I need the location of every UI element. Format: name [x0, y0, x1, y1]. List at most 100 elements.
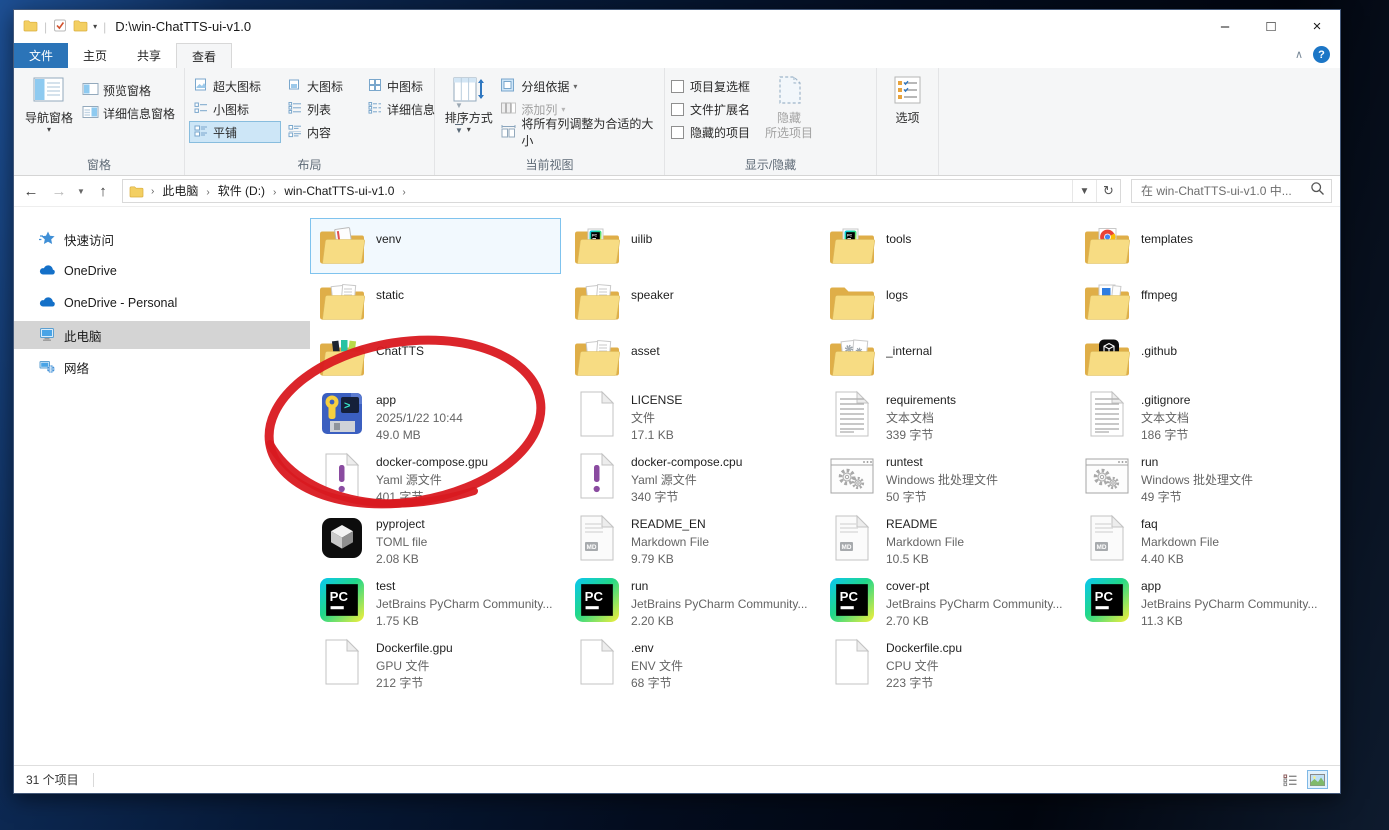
folder-icon[interactable]: [23, 19, 38, 35]
checkbox-icon[interactable]: [671, 126, 684, 139]
file-tile-.env[interactable]: .env ENV 文件 68 字节: [565, 634, 816, 696]
file-tile-docker-compose.cpu[interactable]: docker-compose.cpu Yaml 源文件 340 字节: [565, 448, 816, 510]
sidebar-item-label: OneDrive: [64, 264, 117, 278]
file-tile-LICENSE[interactable]: LICENSE 文件 17.1 KB: [565, 386, 816, 448]
add-columns-icon: [500, 101, 517, 118]
thumbnail-view-icon[interactable]: [1307, 770, 1328, 789]
back-icon[interactable]: ←: [18, 179, 44, 203]
options-button[interactable]: 选项: [883, 73, 932, 125]
breadcrumb-item[interactable]: win-ChatTTS-ui-v1.0: [277, 184, 401, 198]
file-tile-test[interactable]: PC test JetBrains PyCharm Community... 1…: [310, 572, 561, 634]
file-tile-_internal[interactable]: _internal: [820, 330, 1071, 386]
file-tile-run[interactable]: run Windows 批处理文件 49 字节: [1075, 448, 1326, 510]
file-tile-logs[interactable]: logs: [820, 274, 1071, 330]
navigation-pane-button[interactable]: 导航窗格 ▾: [20, 73, 78, 133]
file-tile-asset[interactable]: asset: [565, 330, 816, 386]
file-tile-.gitignore[interactable]: .gitignore 文本文档 186 字节: [1075, 386, 1326, 448]
file-tile-app[interactable]: > app 2025/1/22 10:44 49.0 MB: [310, 386, 561, 448]
view-option-2[interactable]: 大图标: [283, 75, 361, 97]
refresh-icon[interactable]: ↻: [1096, 180, 1120, 202]
customize-toolbar-chevron-icon[interactable]: ▾: [93, 22, 97, 31]
file-tile-cover-pt[interactable]: PC cover-pt JetBrains PyCharm Community.…: [820, 572, 1071, 634]
tab-share[interactable]: 共享: [122, 43, 176, 68]
tab-home[interactable]: 主页: [68, 43, 122, 68]
check-properties-icon[interactable]: [53, 19, 68, 35]
tab-view[interactable]: 查看: [176, 43, 232, 68]
file-size: 9.79 KB: [631, 550, 709, 568]
view-option-8[interactable]: 内容: [283, 121, 361, 143]
view-option-7[interactable]: 平铺: [189, 121, 281, 143]
search-input[interactable]: [1141, 184, 1310, 198]
file-size: 68 字节: [631, 674, 683, 692]
address-dropdown-chevron-icon[interactable]: ▼: [1072, 180, 1096, 202]
file-tile-run[interactable]: PC run JetBrains PyCharm Community... 2.…: [565, 572, 816, 634]
close-button[interactable]: ×: [1294, 10, 1340, 43]
file-tile-Dockerfile.gpu[interactable]: Dockerfile.gpu GPU 文件 212 字节: [310, 634, 561, 696]
checkbox-row-3[interactable]: 隐藏的项目: [671, 124, 750, 141]
file-tile-venv[interactable]: venv: [310, 218, 561, 274]
file-tile-uilib[interactable]: PC uilib: [565, 218, 816, 274]
python-exe-icon: >: [318, 390, 366, 438]
file-tile-Dockerfile.cpu[interactable]: Dockerfile.cpu CPU 文件 223 字节: [820, 634, 1071, 696]
view-option-5[interactable]: 列表: [283, 98, 361, 120]
sidebar-item-OneDrive---Personal[interactable]: OneDrive - Personal: [14, 289, 310, 317]
file-tile-static[interactable]: static: [310, 274, 561, 330]
file-type: Markdown File: [886, 533, 964, 551]
file-name: run: [631, 577, 808, 595]
minimize-button[interactable]: –: [1202, 10, 1248, 43]
pycharm-icon: PC: [1083, 576, 1131, 624]
search-box[interactable]: [1131, 179, 1332, 203]
new-folder-icon[interactable]: [73, 19, 88, 35]
file-tile-ChatTTS[interactable]: ChatTTS: [310, 330, 561, 386]
list-view-icon[interactable]: [1280, 770, 1301, 789]
batch-icon: [828, 452, 876, 500]
recent-locations-chevron-icon[interactable]: ▼: [74, 179, 88, 203]
sidebar-item-OneDrive[interactable]: OneDrive: [14, 257, 310, 285]
sidebar-item-快速访问[interactable]: 快速访问: [14, 225, 310, 253]
help-icon[interactable]: ?: [1313, 46, 1330, 63]
group-by-button[interactable]: 分组依据 ▾: [500, 77, 658, 95]
sidebar-item-此电脑[interactable]: 此电脑: [14, 321, 310, 349]
file-tile-speaker[interactable]: speaker: [565, 274, 816, 330]
file-tile-.github[interactable]: .github: [1075, 330, 1326, 386]
file-tile-tools[interactable]: PC tools: [820, 218, 1071, 274]
size-all-columns-button[interactable]: 将所有列调整为合适的大小: [500, 123, 658, 141]
checkbox-icon[interactable]: [671, 103, 684, 116]
breadcrumb-item[interactable]: 此电脑: [155, 184, 205, 198]
file-tile-runtest[interactable]: runtest Windows 批处理文件 50 字节: [820, 448, 1071, 510]
file-tile-README_EN[interactable]: MD README_EN Markdown File 9.79 KB: [565, 510, 816, 572]
checkbox-row-2[interactable]: 文件扩展名: [671, 101, 750, 118]
view-option-1[interactable]: 超大图标: [189, 75, 281, 97]
folder-notepad-icon: [318, 222, 366, 270]
file-tile-docker-compose.gpu[interactable]: docker-compose.gpu Yaml 源文件 401 字节: [310, 448, 561, 510]
sort-by-button[interactable]: 排序方式 ▾: [441, 73, 496, 133]
details-pane-button[interactable]: 详细信息窗格: [82, 104, 175, 122]
view-option-4[interactable]: 小图标: [189, 98, 281, 120]
sidebar-item-label: 此电脑: [64, 326, 102, 345]
file-tile-pyproject[interactable]: pyproject TOML file 2.08 KB: [310, 510, 561, 572]
maximize-button[interactable]: □: [1248, 10, 1294, 43]
tab-file[interactable]: 文件: [14, 43, 68, 68]
up-icon[interactable]: ↑: [90, 179, 116, 203]
file-tile-README[interactable]: MD README Markdown File 10.5 KB: [820, 510, 1071, 572]
address-bar[interactable]: › 此电脑›软件 (D:)›win-ChatTTS-ui-v1.0› ▼ ↻: [122, 179, 1121, 203]
file-tile-faq[interactable]: MD faq Markdown File 4.40 KB: [1075, 510, 1326, 572]
folder-chrome-icon: [1083, 222, 1131, 270]
collapse-ribbon-chevron-icon[interactable]: ∧: [1295, 48, 1303, 61]
checkbox-icon[interactable]: [671, 80, 684, 93]
file-tile-templates[interactable]: templates: [1075, 218, 1326, 274]
file-tile-ffmpeg[interactable]: ffmpeg: [1075, 274, 1326, 330]
file-type: Yaml 源文件: [376, 471, 488, 489]
file-tile-app[interactable]: PC app JetBrains PyCharm Community... 11…: [1075, 572, 1326, 634]
preview-pane-button[interactable]: 预览窗格: [82, 81, 175, 99]
details-pane-icon: [82, 105, 99, 122]
search-icon[interactable]: [1310, 181, 1325, 201]
checkbox-row-1[interactable]: 项目复选框: [671, 78, 750, 95]
file-tile-requirements[interactable]: requirements 文本文档 339 字节: [820, 386, 1071, 448]
svg-text:>: >: [344, 400, 350, 412]
breadcrumb-item[interactable]: 软件 (D:): [211, 184, 272, 198]
file-name: LICENSE: [631, 391, 682, 409]
sidebar-item-网络[interactable]: 网络: [14, 353, 310, 381]
forward-icon[interactable]: →: [46, 179, 72, 203]
hide-selected-items-button[interactable]: 隐藏 所选项目: [758, 73, 820, 140]
